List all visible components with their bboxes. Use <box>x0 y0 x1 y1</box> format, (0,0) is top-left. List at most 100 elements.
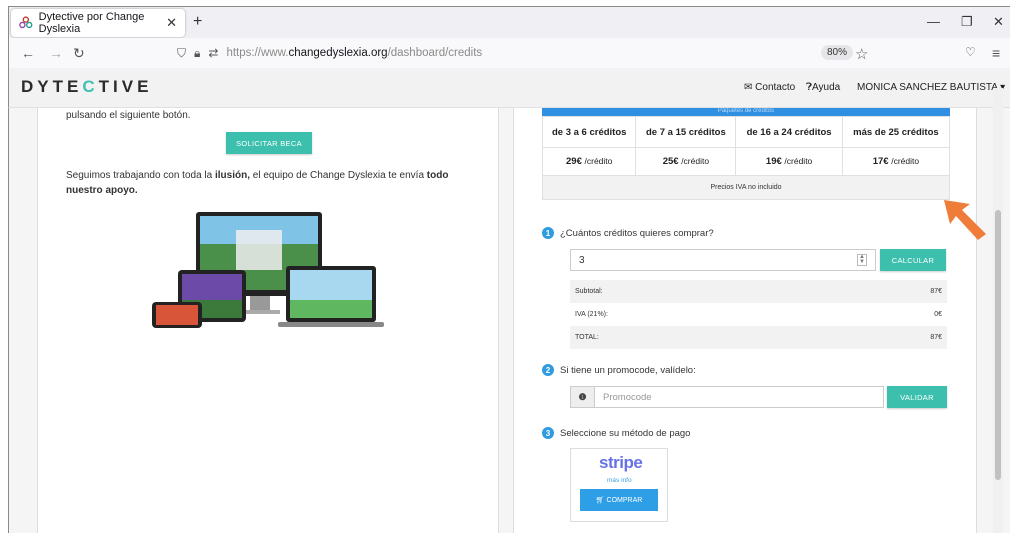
pricing-note-row: Precios IVA no incluido <box>542 175 950 200</box>
price-value: 25€ <box>662 156 679 167</box>
step-label: Si tiene un promocode, valídelo: <box>560 364 696 376</box>
number-spinner-icon[interactable]: ▲ ▼ <box>857 254 867 266</box>
stripe-payment-option: stripe más info 🛒︎ COMPRAR <box>570 448 668 522</box>
step-number-badge: 3 <box>542 427 554 439</box>
reload-icon[interactable]: ↻ <box>73 45 85 62</box>
devices-illustration <box>152 212 384 328</box>
promocode-input[interactable]: Promocode <box>595 387 883 407</box>
total-value: 0€ <box>934 311 942 318</box>
table-row: Subtotal: 87€ <box>570 280 947 303</box>
dytective-logo[interactable]: DYTECTIVE <box>21 77 152 97</box>
browser-nav-bar: ← → ↻ ⛉ 🔒︎ ⇄ https://www. changedyslexia.… <box>8 38 1010 68</box>
tier-range: de 3 a 6 créditos <box>541 116 637 148</box>
url-domain: changedyslexia.org <box>288 47 388 59</box>
user-name: MONICA SANCHEZ BAUTISTA <box>857 82 998 93</box>
restore-icon[interactable]: ❐ <box>961 14 973 30</box>
page-body: pulsando el siguiente botón. SOLICITAR B… <box>8 108 1010 533</box>
help-link[interactable]: ❓︎Ayuda <box>806 82 840 93</box>
menu-icon[interactable]: ≡ <box>992 45 1000 61</box>
browser-tab-bar: Dytective por Change Dyslexia ✕ + — ❐ ✕ <box>8 6 1010 38</box>
forward-icon[interactable]: → <box>49 45 63 61</box>
tier-range: de 16 a 24 créditos <box>735 116 843 148</box>
total-label: TOTAL: <box>570 326 821 349</box>
step-3: 3 Seleccione su método de pago <box>542 427 690 439</box>
comprar-label: COMPRAR <box>606 496 643 504</box>
site-favicon-icon <box>19 16 33 29</box>
shield-icon[interactable]: ⛉ <box>177 46 186 61</box>
url-prefix: https://www. <box>226 47 289 59</box>
minimize-icon[interactable]: — <box>927 14 940 29</box>
validar-button[interactable]: VALIDAR <box>887 386 947 408</box>
back-icon[interactable]: ← <box>21 45 35 61</box>
vat-note: Precios IVA no incluido <box>542 175 950 200</box>
user-menu[interactable]: MONICA SANCHEZ BAUTISTA ▾ <box>857 82 1005 93</box>
credits-quantity-input[interactable]: 3 ▲ ▼ <box>570 249 876 271</box>
total-value: 87€ <box>820 280 947 303</box>
close-window-icon[interactable]: ✕ <box>993 14 1004 30</box>
url-path: /dashboard/credits <box>387 47 483 59</box>
annotation-arrow-icon <box>944 200 986 240</box>
promocode-input-group: ❶ Promocode <box>570 386 884 408</box>
tab-close-icon[interactable]: ✕ <box>166 15 177 31</box>
right-panel: Paquetes de créditos de 3 a 6 créditos d… <box>513 108 977 533</box>
site-header: DYTECTIVE ✉ Contacto ❓︎Ayuda MONICA SANC… <box>8 68 1010 108</box>
price-unit: /crédito <box>584 156 613 166</box>
tier-range: de 7 a 15 créditos <box>635 116 737 148</box>
envelope-icon: ✉ <box>744 82 753 93</box>
table-row: IVA (21%): 0€ <box>570 303 947 326</box>
mas-info-link[interactable]: más info <box>607 477 632 484</box>
help-label: Ayuda <box>812 82 841 93</box>
left-panel: pulsando el siguiente botón. SOLICITAR B… <box>37 108 499 533</box>
pocket-icon[interactable]: ♡ <box>965 45 976 59</box>
total-label: IVA (21%): <box>575 311 608 318</box>
msg-part-a: Seguimos trabajando con toda la <box>66 170 215 181</box>
msg-part-b: ilusión, <box>215 170 250 181</box>
step-label: ¿Cuántos créditos quieres comprar? <box>560 227 714 239</box>
permissions-icon[interactable]: ⇄ <box>208 46 218 60</box>
info-icon: ❶ <box>571 387 595 407</box>
support-message: Seguimos trabajando con toda la ilusión,… <box>66 168 476 198</box>
price-value: 19€ <box>765 156 782 167</box>
contact-link[interactable]: ✉ Contacto <box>744 82 795 93</box>
logo-part-3: TIVE <box>98 77 153 96</box>
price-value: 29€ <box>566 156 582 167</box>
logo-part-1: DYTE <box>21 77 83 96</box>
tier-range: más de 25 créditos <box>841 116 951 148</box>
contact-label: Contacto <box>755 82 796 93</box>
tier-price: 29€ /crédito <box>541 147 637 176</box>
step-2: 2 Si tiene un promocode, valídelo: <box>542 364 696 376</box>
quantity-value: 3 <box>579 254 585 266</box>
step-number-badge: 1 <box>542 227 554 239</box>
intro-text: pulsando el siguiente botón. <box>66 110 191 121</box>
zoom-level[interactable]: 80% <box>821 45 854 60</box>
logo-part-2: C <box>82 77 99 96</box>
scrollbar-thumb[interactable] <box>995 210 1001 480</box>
stripe-logo: stripe <box>599 453 643 472</box>
price-unit: /crédito <box>891 156 920 166</box>
pricing-value-row: 29€ /crédito 25€ /crédito 19€ /crédito 1… <box>541 147 951 176</box>
lock-icon[interactable]: 🔒︎ <box>194 46 200 61</box>
tier-price: 25€ /crédito <box>635 147 737 176</box>
step-1: 1 ¿Cuántos créditos quieres comprar? <box>542 227 714 239</box>
address-bar[interactable]: ⛉ 🔒︎ ⇄ https://www. changedyslexia.org/da… <box>177 41 897 65</box>
comprar-button[interactable]: 🛒︎ COMPRAR <box>580 489 658 511</box>
step-label: Seleccione su método de pago <box>560 427 691 439</box>
price-unit: /crédito <box>784 156 813 166</box>
solicitar-beca-button[interactable]: SOLICITAR BECA <box>226 132 312 154</box>
total-label: Subtotal: <box>570 280 821 303</box>
msg-part-c: el equipo de Change Dyslexia te envía <box>250 170 427 181</box>
cart-icon: 🛒︎ <box>595 497 605 504</box>
tier-price: 17€ /crédito <box>841 147 951 176</box>
price-value: 17€ <box>872 156 889 167</box>
pricing-header-bar: Paquetes de créditos <box>542 108 950 116</box>
tier-price: 19€ /crédito <box>735 147 843 176</box>
calcular-button[interactable]: CALCULAR <box>880 249 946 271</box>
table-row: TOTAL: 87€ <box>570 326 947 349</box>
browser-tab[interactable]: Dytective por Change Dyslexia ✕ <box>11 9 185 37</box>
pricing-tier-row: de 3 a 6 créditos de 7 a 15 créditos de … <box>541 116 951 148</box>
total-value: 87€ <box>820 326 947 349</box>
bookmark-star-icon[interactable]: ☆ <box>855 45 868 63</box>
tab-title: Dytective por Change Dyslexia <box>38 11 145 35</box>
new-tab-icon[interactable]: + <box>193 13 202 31</box>
step-number-badge: 2 <box>542 364 554 376</box>
